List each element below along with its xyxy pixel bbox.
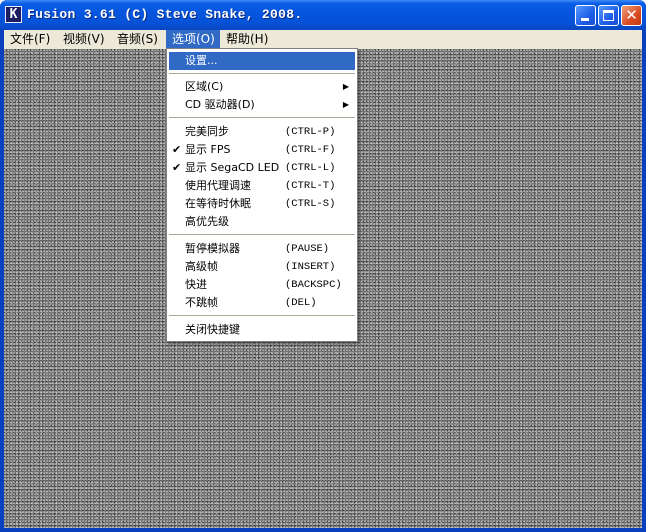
menu-item-disable-hotkeys[interactable]: 关闭快捷键 xyxy=(169,321,355,339)
menu-item-label: 关闭快捷键 xyxy=(185,323,240,336)
menu-item-high-priority[interactable]: 高优先级 xyxy=(169,213,355,231)
checkmark-icon: ✔ xyxy=(172,161,182,174)
menu-item-fast-forward[interactable]: 快进 (BACKSPC) xyxy=(169,276,355,294)
maximize-button[interactable] xyxy=(598,5,619,26)
menu-item-shortcut: (DEL) xyxy=(285,297,317,309)
menu-item-shortcut: (CTRL-F) xyxy=(285,144,336,156)
submenu-arrow-icon: ▶ xyxy=(342,82,349,91)
menu-item-perfect-sync[interactable]: 完美同步 (CTRL-P) xyxy=(169,123,355,141)
menu-item-shortcut: (CTRL-P) xyxy=(285,126,336,138)
menu-item-no-skip[interactable]: 不跳帧 (DEL) xyxy=(169,294,355,312)
menu-item-label: 设置... xyxy=(185,54,218,67)
submenu-arrow-icon: ▶ xyxy=(342,100,349,109)
menu-audio[interactable]: 音频(S) xyxy=(111,30,164,49)
menu-item-label: 区域(C) xyxy=(185,80,224,93)
app-icon[interactable]: K xyxy=(5,6,22,23)
window-title: Fusion 3.61 (C) Steve Snake, 2008. xyxy=(27,7,303,22)
menu-item-shortcut: (PAUSE) xyxy=(285,243,330,255)
menu-separator xyxy=(169,117,355,118)
minimize-icon xyxy=(581,18,589,21)
checkmark-icon: ✔ xyxy=(172,143,182,156)
menu-item-show-fps[interactable]: ✔ 显示 FPS (CTRL-F) xyxy=(169,141,355,159)
menu-item-label: 显示 FPS xyxy=(185,143,231,156)
menu-file[interactable]: 文件(F) xyxy=(4,30,56,49)
minimize-button[interactable] xyxy=(575,5,596,26)
menu-item-pause[interactable]: 暂停模拟器 (PAUSE) xyxy=(169,240,355,258)
menu-item-label: 在等待时休眠 xyxy=(185,197,251,210)
menu-item-label: CD 驱动器(D) xyxy=(185,98,255,111)
menu-item-label: 不跳帧 xyxy=(185,296,218,309)
menu-item-label: 高优先级 xyxy=(185,215,229,228)
menu-help[interactable]: 帮助(H) xyxy=(220,30,274,49)
menu-separator xyxy=(169,315,355,316)
app-window: K Fusion 3.61 (C) Steve Snake, 2008. ✕ 文… xyxy=(0,0,646,532)
menu-item-shortcut: (CTRL-S) xyxy=(285,198,336,210)
menu-bar: 文件(F) 视频(V) 音频(S) 选项(O) 帮助(H) xyxy=(4,30,642,49)
menu-item-show-segacd-led[interactable]: ✔ 显示 SegaCD LED (CTRL-L) xyxy=(169,159,355,177)
menu-item-advance-frame[interactable]: 高级帧 (INSERT) xyxy=(169,258,355,276)
menu-item-cd-drive[interactable]: CD 驱动器(D) ▶ xyxy=(169,96,355,114)
menu-item-shortcut: (INSERT) xyxy=(285,261,336,273)
title-bar[interactable]: K Fusion 3.61 (C) Steve Snake, 2008. ✕ xyxy=(0,0,646,30)
menu-item-label: 显示 SegaCD LED xyxy=(185,161,280,174)
menu-item-shortcut: (BACKSPC) xyxy=(285,279,342,291)
menu-video[interactable]: 视频(V) xyxy=(57,30,111,49)
menu-item-settings[interactable]: 设置... xyxy=(169,52,355,70)
options-dropdown: 设置... 区域(C) ▶ CD 驱动器(D) ▶ 完美同步 (CTRL-P) … xyxy=(166,48,358,342)
menu-item-label: 使用代理调速 xyxy=(185,179,251,192)
close-button[interactable]: ✕ xyxy=(621,5,642,26)
menu-item-proxy-tweak[interactable]: 使用代理调速 (CTRL-T) xyxy=(169,177,355,195)
close-icon: ✕ xyxy=(625,6,638,24)
menu-options[interactable]: 选项(O) xyxy=(166,30,220,49)
menu-separator xyxy=(169,73,355,74)
maximize-icon xyxy=(603,10,614,21)
menu-item-region[interactable]: 区域(C) ▶ xyxy=(169,78,355,96)
menu-item-label: 快进 xyxy=(185,278,207,291)
menu-item-label: 高级帧 xyxy=(185,260,218,273)
menu-item-label: 完美同步 xyxy=(185,125,229,138)
menu-item-label: 暂停模拟器 xyxy=(185,242,240,255)
menu-item-sleep-wait[interactable]: 在等待时休眠 (CTRL-S) xyxy=(169,195,355,213)
menu-item-shortcut: (CTRL-L) xyxy=(285,162,336,174)
menu-item-shortcut: (CTRL-T) xyxy=(285,180,336,192)
menu-separator xyxy=(169,234,355,235)
